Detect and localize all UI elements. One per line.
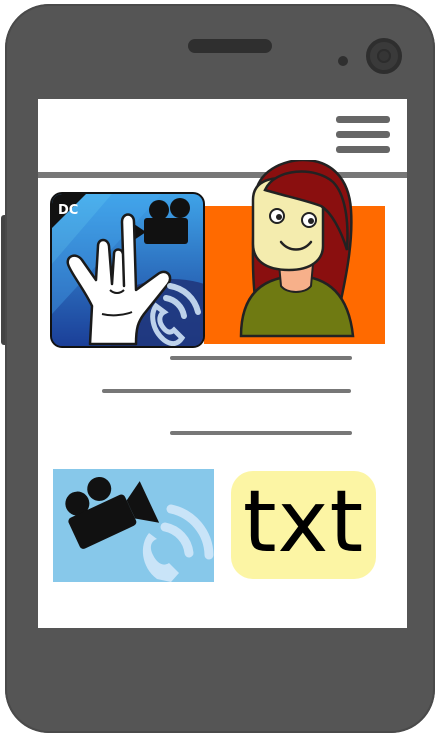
text-placeholder-line xyxy=(170,356,352,360)
text-placeholder-line xyxy=(102,389,351,393)
video-call-graphic xyxy=(65,476,214,582)
phone-front-camera xyxy=(366,38,402,74)
sign-language-video-call-icon[interactable]: DC xyxy=(50,192,205,348)
hamburger-menu-icon[interactable] xyxy=(336,116,392,158)
text-placeholder-line xyxy=(170,431,352,435)
phone-illustration: DC txt xyxy=(0,0,440,737)
text-message-tile[interactable]: txt xyxy=(231,471,376,579)
woman-avatar-graphic xyxy=(239,158,355,338)
woman-avatar-icon[interactable] xyxy=(235,158,360,340)
txt-label: txt xyxy=(242,472,365,572)
sign-language-video-call-graphic: DC xyxy=(52,194,203,346)
video-call-icon[interactable] xyxy=(53,469,214,582)
svg-text:DC: DC xyxy=(58,203,78,218)
phone-speaker xyxy=(188,39,272,53)
phone-sensor xyxy=(338,56,348,66)
